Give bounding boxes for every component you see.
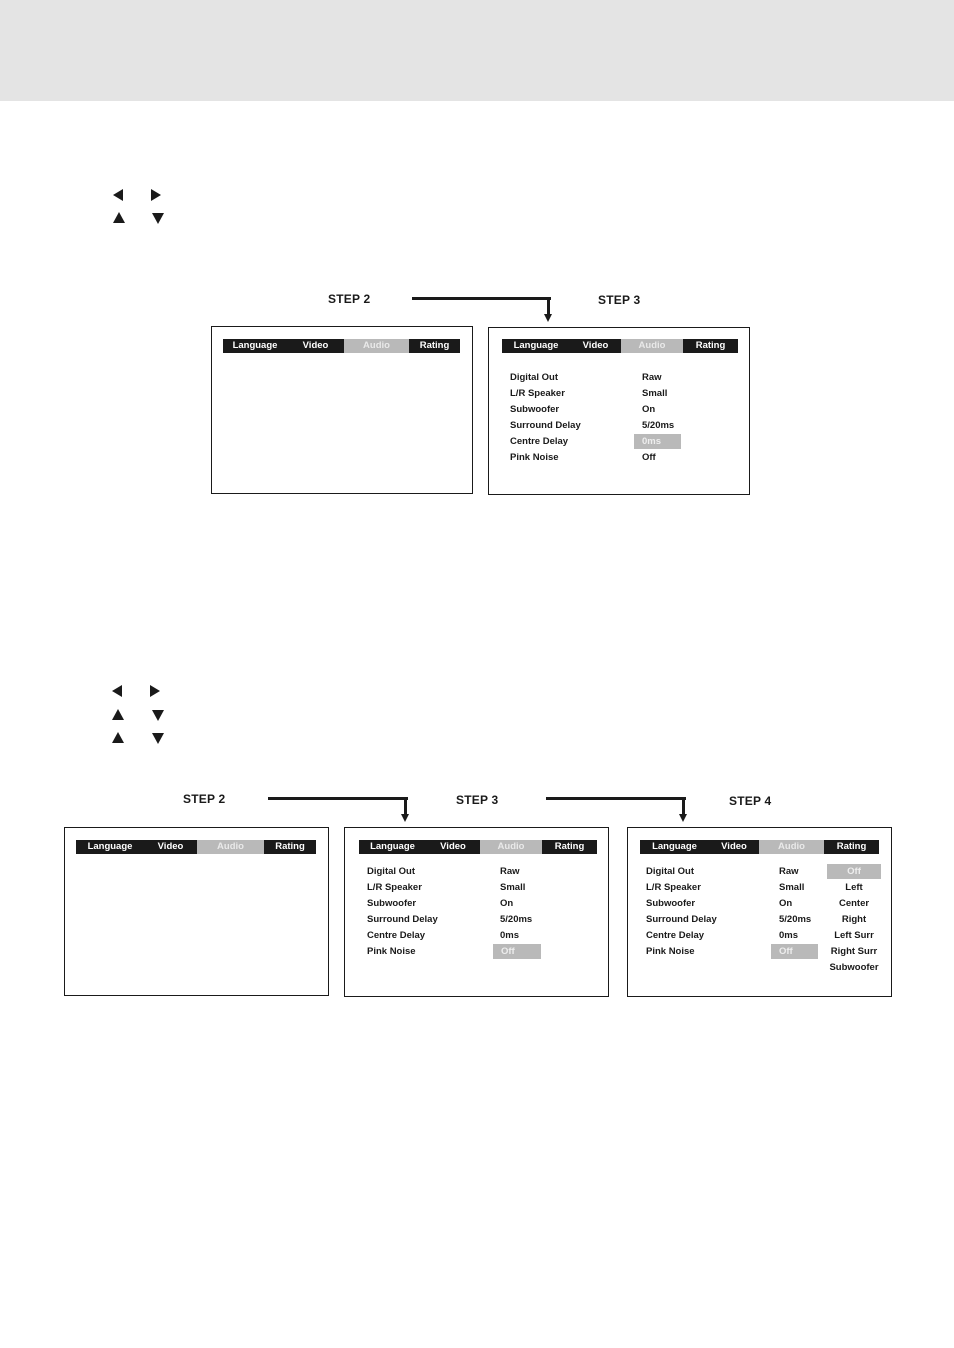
tab-rating[interactable]: Rating (264, 840, 316, 854)
tab-language[interactable]: Language (502, 339, 570, 353)
step-label: STEP 2 (183, 792, 226, 806)
up-arrow-icon (112, 709, 124, 720)
down-arrow-icon (152, 710, 164, 721)
tab-audio[interactable]: Audio (759, 840, 824, 854)
setting-label: Pink Noise (646, 946, 695, 957)
setting-label: Digital Out (367, 866, 416, 877)
arrow-down-icon (679, 814, 687, 822)
setting-label: Centre Delay (367, 930, 426, 941)
tab-rating[interactable]: Rating (683, 339, 738, 353)
tab-video[interactable]: Video (287, 339, 344, 353)
right-arrow-icon (151, 189, 161, 201)
up-arrow-icon (112, 732, 124, 743)
header-band (0, 0, 954, 101)
connector-line (682, 797, 685, 815)
step-label: STEP 4 (729, 794, 772, 808)
tab-video[interactable]: Video (570, 339, 621, 353)
setting-value: On (779, 898, 793, 909)
setting-label: Pink Noise (510, 452, 559, 463)
setting-label: Centre Delay (646, 930, 705, 941)
setting-value: 5/20ms (779, 914, 812, 925)
setting-label: L/R Speaker (646, 882, 701, 893)
submenu-option[interactable]: Center (827, 896, 881, 912)
setting-value: On (642, 404, 656, 415)
left-arrow-icon (112, 685, 122, 697)
osd-screen-step2: Language Video Audio Rating (64, 827, 329, 996)
setting-label: Digital Out (646, 866, 695, 877)
setting-label: Subwoofer (367, 898, 417, 909)
down-arrow-icon (152, 213, 164, 224)
tab-language[interactable]: Language (223, 339, 287, 353)
setting-label: L/R Speaker (510, 388, 565, 399)
tab-language[interactable]: Language (359, 840, 426, 854)
up-arrow-icon (113, 212, 125, 223)
setting-value: Off (642, 452, 656, 463)
osd-screen-step4: Language Video Audio Rating Digital Out R… (627, 827, 892, 997)
setting-value-highlighted[interactable]: Off (493, 944, 541, 959)
tab-audio[interactable]: Audio (344, 339, 409, 353)
step-label: STEP 3 (456, 793, 499, 807)
arrow-down-icon (544, 314, 552, 322)
submenu-option[interactable]: Left (827, 880, 881, 896)
setting-value: Raw (779, 866, 799, 877)
setting-value-highlighted[interactable]: Off (771, 944, 818, 959)
down-arrow-icon (152, 733, 164, 744)
connector-line (412, 297, 551, 300)
tab-rating[interactable]: Rating (824, 840, 879, 854)
setting-value: 0ms (779, 930, 799, 941)
setting-value: Raw (500, 866, 520, 877)
tab-rating[interactable]: Rating (542, 840, 597, 854)
step-label: STEP 2 (328, 292, 371, 306)
tab-audio[interactable]: Audio (621, 339, 683, 353)
setting-value: 0ms (500, 930, 520, 941)
menu-bar: Language Video Audio Rating (640, 840, 879, 854)
menu-bar: Language Video Audio Rating (76, 840, 316, 854)
submenu-option[interactable]: Right Surr (827, 944, 881, 960)
connector-line (547, 297, 550, 315)
setting-label: Surround Delay (646, 914, 717, 925)
tab-video[interactable]: Video (709, 840, 759, 854)
tab-audio[interactable]: Audio (197, 840, 264, 854)
tab-rating[interactable]: Rating (409, 339, 460, 353)
osd-screen-step2: Language Video Audio Rating (211, 326, 473, 494)
tab-language[interactable]: Language (640, 840, 709, 854)
setting-value: Small (500, 882, 526, 893)
osd-screen-step3: Language Video Audio Rating Digital Out R… (344, 827, 609, 997)
submenu-option[interactable]: Subwoofer (827, 960, 881, 976)
tab-language[interactable]: Language (76, 840, 144, 854)
step-label: STEP 3 (598, 293, 641, 307)
submenu-option[interactable]: Right (827, 912, 881, 928)
tab-video[interactable]: Video (144, 840, 197, 854)
connector-line (546, 797, 686, 800)
menu-bar: Language Video Audio Rating (223, 339, 460, 353)
setting-value-highlighted[interactable]: 0ms (634, 434, 681, 449)
tab-audio[interactable]: Audio (480, 840, 542, 854)
left-arrow-icon (113, 189, 123, 201)
setting-value: Small (779, 882, 805, 893)
setting-value: Raw (642, 372, 662, 383)
setting-label: Subwoofer (646, 898, 696, 909)
setting-value: 5/20ms (642, 420, 675, 431)
menu-bar: Language Video Audio Rating (502, 339, 738, 353)
setting-label: L/R Speaker (367, 882, 422, 893)
arrow-down-icon (401, 814, 409, 822)
setting-label: Digital Out (510, 372, 559, 383)
submenu-option-selected[interactable]: Off (827, 864, 881, 879)
setting-label: Pink Noise (367, 946, 416, 957)
setting-label: Subwoofer (510, 404, 560, 415)
submenu-option[interactable]: Left Surr (827, 928, 881, 944)
tab-video[interactable]: Video (426, 840, 480, 854)
setting-label: Centre Delay (510, 436, 569, 447)
menu-bar: Language Video Audio Rating (359, 840, 597, 854)
right-arrow-icon (150, 685, 160, 697)
connector-line (404, 797, 407, 815)
connector-line (268, 797, 408, 800)
osd-screen-step3: Language Video Audio Rating Digital Out R… (488, 327, 750, 495)
setting-value: Small (642, 388, 668, 399)
setting-value: On (500, 898, 514, 909)
setting-label: Surround Delay (367, 914, 438, 925)
setting-label: Surround Delay (510, 420, 581, 431)
setting-value: 5/20ms (500, 914, 533, 925)
